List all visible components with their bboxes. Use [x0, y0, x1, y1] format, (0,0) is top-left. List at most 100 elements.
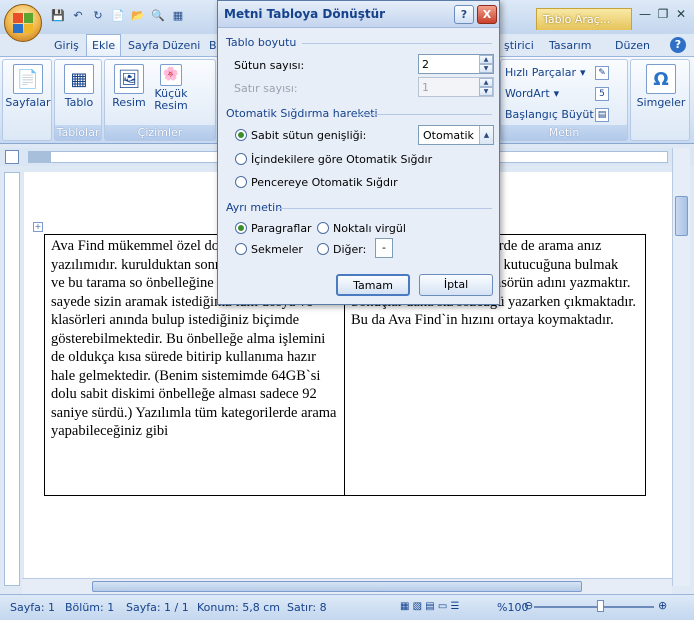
group-metin-title: Metin	[501, 125, 627, 140]
columns-spinner[interactable]: 2 ▲ ▼	[418, 54, 494, 74]
buyuk-harf-button[interactable]: Başlangıç Büyüt▾	[505, 108, 603, 121]
fixed-width-value: Otomatik	[423, 129, 474, 142]
status-section[interactable]: Bölüm: 1	[65, 601, 114, 614]
autofit-window-label[interactable]: Pencereye Otomatik Sığdır	[251, 176, 398, 189]
zoom-slider[interactable]	[534, 606, 654, 608]
tabs-label[interactable]: Sekmeler	[251, 243, 303, 256]
section-autofit: Otomatik Sığdırma hareketi	[226, 107, 378, 120]
ok-button[interactable]: Tamam	[336, 274, 410, 296]
buyuk-harf-label: Başlangıç Büyüt	[505, 108, 594, 121]
simgeler-label: Simgeler	[636, 96, 686, 109]
signature-line-button[interactable]: ✎	[595, 66, 609, 80]
tab-sayfa-duzeni[interactable]: Sayfa Düzeni	[124, 37, 204, 54]
dropdown-arrow-icon: ▾	[553, 87, 560, 100]
autofit-contents-radio[interactable]	[235, 153, 247, 165]
zoom-in-icon[interactable]: ⊕	[658, 599, 667, 612]
tab-duzen[interactable]: Düzen	[611, 37, 654, 54]
table-move-handle-icon[interactable]: +	[33, 222, 43, 232]
zoom-slider-thumb[interactable]	[597, 600, 604, 612]
table-insert-icon: ▦	[64, 64, 94, 94]
tab-gelistirici[interactable]: ştirici	[500, 37, 538, 54]
fixed-width-label[interactable]: Sabit sütun genişliği:	[251, 129, 366, 142]
resim-label: Resim	[112, 96, 146, 109]
fixed-width-combo[interactable]: Otomatik ▲	[418, 125, 494, 145]
wordart-button[interactable]: WordArt ▾	[505, 87, 559, 100]
spin-up-icon: ▲	[479, 78, 493, 87]
omega-icon: Ω	[646, 64, 676, 94]
fixed-width-radio[interactable]	[235, 129, 247, 141]
status-page-of[interactable]: Sayfa: 1 / 1	[126, 601, 189, 614]
vertical-scrollbar[interactable]	[672, 148, 690, 586]
cancel-button[interactable]: İptal	[419, 274, 493, 296]
horizontal-scrollbar[interactable]	[22, 578, 672, 594]
date-time-icon: 5	[595, 87, 609, 101]
hizli-parcalar-label: Hızlı Parçalar	[505, 66, 576, 79]
pages-icon: 📄	[13, 64, 43, 94]
autofit-window-radio[interactable]	[235, 176, 247, 188]
tablo-label: Tablo	[64, 96, 94, 109]
print-preview-icon[interactable]: 🔍	[150, 8, 166, 24]
vertical-ruler	[4, 172, 20, 586]
zoom-out-icon[interactable]: ⊖	[524, 599, 533, 612]
convert-text-to-table-dialog: Metni Tabloya Dönüştür ? X Tablo boyutu …	[217, 0, 500, 305]
tabs-radio[interactable]	[235, 243, 247, 255]
redo-icon[interactable]: ↻	[90, 8, 106, 24]
view-buttons[interactable]: ▦ ▧ ▤ ▭ ☰	[400, 601, 459, 612]
signature-icon: ✎	[595, 66, 609, 80]
dropdown-arrow-icon: ▾	[579, 66, 586, 79]
other-radio[interactable]	[317, 243, 329, 255]
dialog-title: Metni Tabloya Dönüştür	[224, 7, 386, 21]
spin-up-icon[interactable]: ▲	[479, 55, 493, 64]
status-page[interactable]: Sayfa: 1	[10, 601, 55, 614]
open-icon[interactable]: 📂	[130, 8, 146, 24]
kucuk-resim-button[interactable]: 🌸 Küçük Resim	[151, 64, 191, 112]
paragraphs-radio[interactable]	[235, 222, 247, 234]
new-doc-icon[interactable]: 📄	[110, 8, 126, 24]
tablo-button[interactable]: ▦ Tablo	[59, 64, 99, 109]
quick-access-toolbar: 💾 ↶ ↻ 📄 📂 🔍 ▦	[50, 8, 186, 24]
semicolons-label[interactable]: Noktalı virgül	[333, 222, 406, 235]
simgeler-button[interactable]: Ω Simgeler	[635, 64, 687, 109]
kucuk-resim-label: Küçük Resim	[154, 87, 188, 112]
spin-arrows-icon[interactable]: ▲	[479, 126, 493, 144]
close-icon[interactable]: ✕	[672, 6, 690, 24]
help-icon[interactable]: ?	[670, 37, 686, 53]
save-icon[interactable]: 💾	[50, 8, 66, 24]
tab-selector[interactable]	[5, 150, 19, 164]
status-line[interactable]: Satır: 8	[287, 601, 327, 614]
group-cizimler-title: Çizimler	[105, 125, 215, 140]
rows-spinner: 1 ▲ ▼	[418, 77, 494, 97]
undo-icon[interactable]: ↶	[70, 8, 86, 24]
office-button[interactable]	[4, 4, 42, 42]
autofit-contents-label[interactable]: İçindekilere göre Otomatik Sığdır	[251, 153, 432, 166]
spin-down-icon[interactable]: ▼	[479, 64, 493, 73]
status-position[interactable]: Konum: 5,8 cm	[197, 601, 280, 614]
wordart-label: WordArt	[505, 87, 550, 100]
group-cizimler: 🖼 Resim 🌸 Küçük Resim Çizimler	[104, 59, 216, 141]
rows-label: Satır sayısı:	[234, 82, 298, 95]
restore-icon[interactable]: ❐	[654, 6, 672, 24]
semicolons-radio[interactable]	[317, 222, 329, 234]
tab-tasarim[interactable]: Tasarım	[545, 37, 595, 54]
object-icon: ▤	[595, 108, 609, 122]
paragraphs-label[interactable]: Paragraflar	[251, 222, 312, 235]
clipart-icon: 🌸	[160, 64, 182, 86]
minimize-icon[interactable]: —	[636, 6, 654, 24]
date-time-button[interactable]: 5	[595, 87, 609, 101]
table-icon[interactable]: ▦	[170, 8, 186, 24]
other-separator-input[interactable]: -	[375, 238, 393, 258]
dialog-help-button[interactable]: ?	[454, 5, 474, 24]
scroll-thumb[interactable]	[675, 196, 688, 236]
tab-ekle[interactable]: Ekle	[86, 34, 122, 56]
hizli-parcalar-button[interactable]: Hızlı Parçalar ▾	[505, 66, 586, 79]
sayfalar-button[interactable]: 📄 Sayfalar	[5, 64, 51, 109]
dialog-close-button[interactable]: X	[477, 5, 497, 24]
scroll-thumb[interactable]	[92, 581, 582, 592]
resim-button[interactable]: 🖼 Resim	[111, 64, 147, 109]
object-button[interactable]: ▤	[595, 108, 609, 122]
columns-value[interactable]: 2	[422, 58, 429, 71]
picture-icon: 🖼	[114, 64, 144, 94]
status-bar: Sayfa: 1 Bölüm: 1 Sayfa: 1 / 1 Konum: 5,…	[0, 594, 694, 620]
tab-giris[interactable]: Giriş	[50, 37, 83, 54]
other-label[interactable]: Diğer:	[333, 243, 366, 256]
